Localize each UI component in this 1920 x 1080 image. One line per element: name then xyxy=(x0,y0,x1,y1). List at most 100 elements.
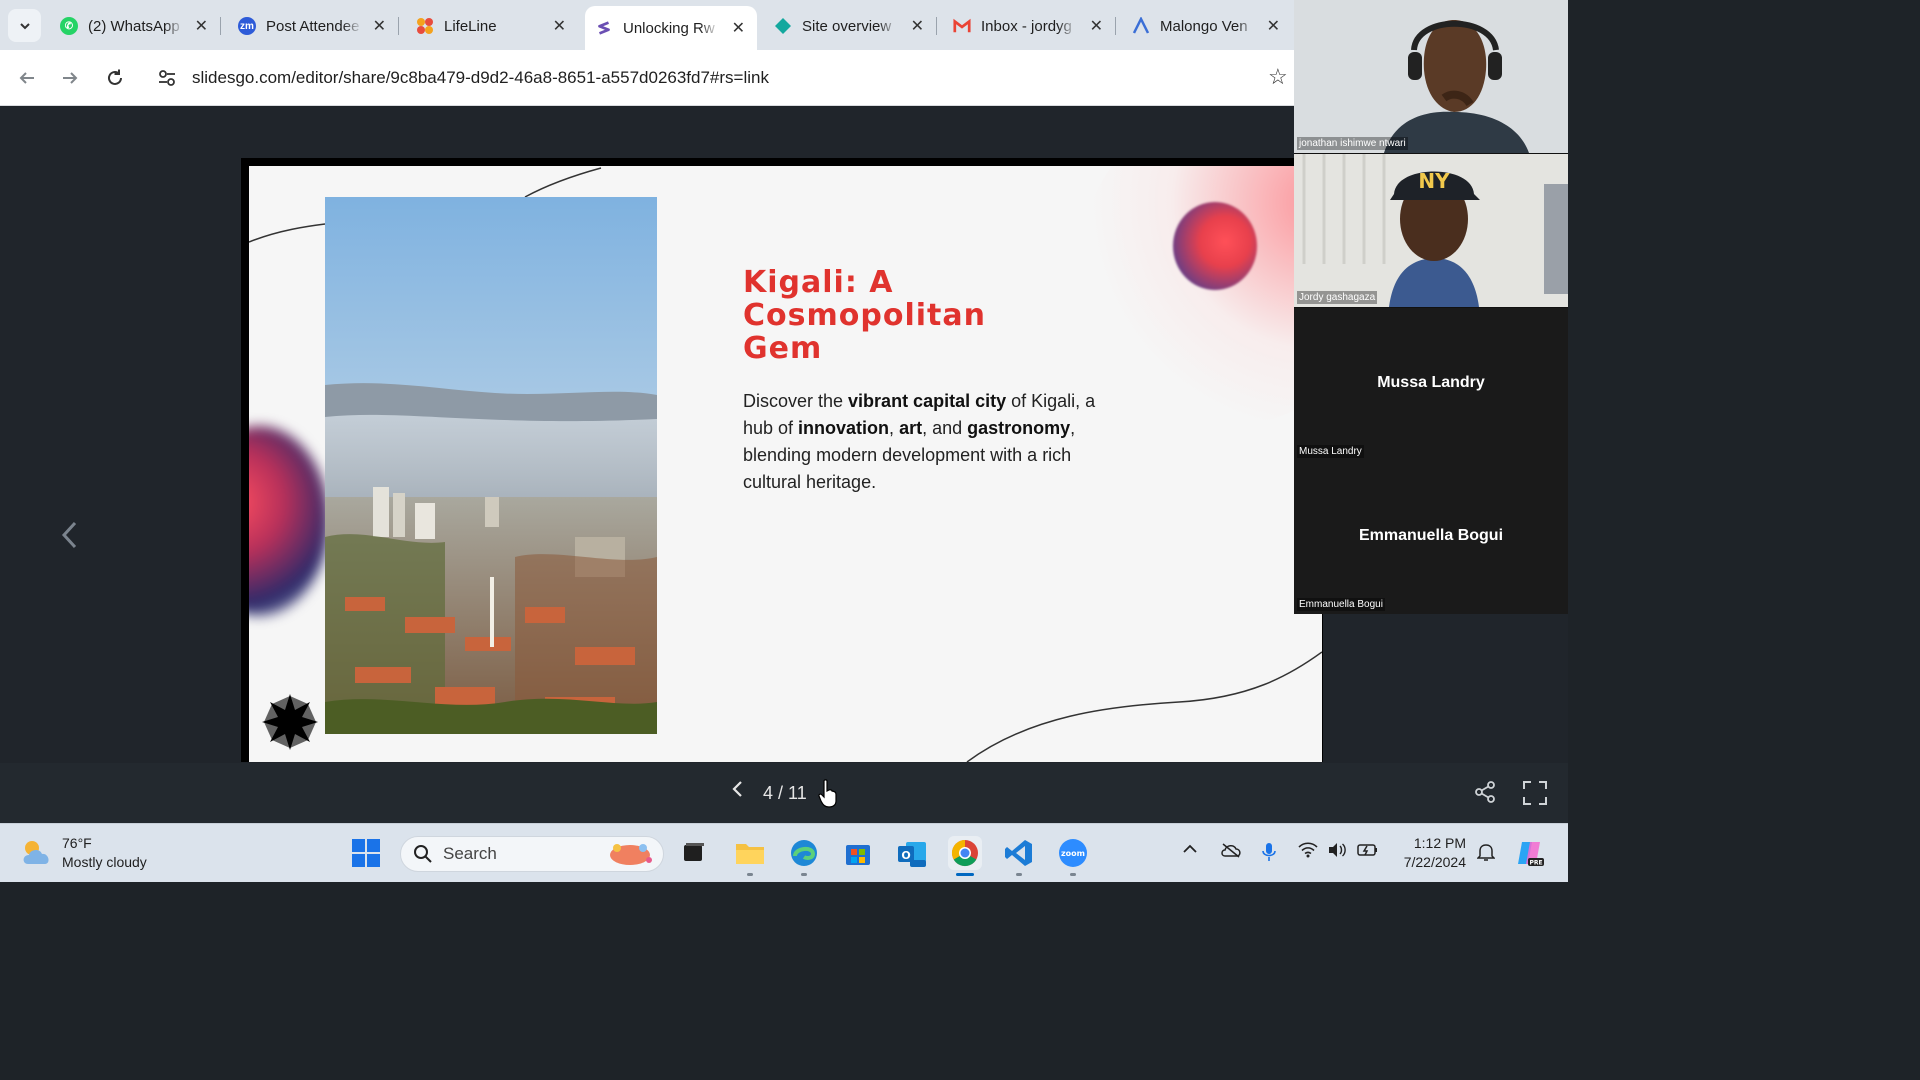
slide-title: Kigali: A Cosmopolitan Gem xyxy=(743,266,1083,365)
vscode-icon xyxy=(1005,840,1032,866)
presentation-controls: 4 / 11 xyxy=(0,763,1568,823)
tab-label: Unlocking Rw xyxy=(623,19,715,37)
wifi-icon[interactable] xyxy=(1298,842,1318,863)
whatsapp-icon: ✆ xyxy=(60,17,78,35)
edge-icon xyxy=(791,840,817,866)
arrow-right-icon xyxy=(63,72,78,84)
tab-separator xyxy=(936,17,937,35)
running-indicator xyxy=(1016,873,1022,876)
chevron-left-icon xyxy=(732,781,742,797)
participant-tile[interactable]: Mussa Landry Mussa Landry xyxy=(1294,308,1568,461)
slide-body-text: Discover the vibrant capital city of Kig… xyxy=(743,388,1123,496)
previous-slide-arrow[interactable] xyxy=(54,515,84,555)
close-icon[interactable]: ✕ xyxy=(373,16,386,36)
close-icon[interactable]: ✕ xyxy=(732,18,745,38)
body-bold-text: art xyxy=(899,418,923,438)
close-icon[interactable]: ✕ xyxy=(911,16,924,36)
close-icon[interactable]: ✕ xyxy=(553,16,566,36)
store-icon xyxy=(846,845,870,865)
share-button[interactable] xyxy=(1473,780,1497,809)
volume-icon[interactable] xyxy=(1327,842,1347,863)
start-button[interactable] xyxy=(349,836,383,870)
arrow-left-icon xyxy=(19,72,34,84)
fullscreen-button[interactable] xyxy=(1522,780,1548,811)
search-label: Search xyxy=(443,844,497,863)
zoom-button[interactable]: zoom xyxy=(1056,836,1090,876)
microphone-icon[interactable] xyxy=(1261,842,1277,867)
address-toolbar: slidesgo.com/editor/share/9c8ba479-d9d2-… xyxy=(0,50,1294,106)
tab-search-button[interactable] xyxy=(8,9,41,42)
previous-page-button[interactable] xyxy=(730,779,744,805)
participant-name: Jordy gashagaza xyxy=(1297,291,1378,304)
participant-tile[interactable]: Emmanuella Bogui Emmanuella Bogui xyxy=(1294,461,1568,614)
ms-store-button[interactable] xyxy=(841,836,875,870)
participant-name: jonathan ishimwe ntwari xyxy=(1297,137,1408,150)
tab-unlocking-rwanda[interactable]: Unlocking Rw ✕ xyxy=(585,6,757,50)
participant-tile[interactable]: jonathan ishimwe ntwari xyxy=(1294,0,1568,153)
tab-whatsapp[interactable]: ✆ (2) WhatsApp ✕ xyxy=(50,8,221,44)
battery-charging-icon[interactable] xyxy=(1357,842,1379,863)
body-bold-text: innovation xyxy=(798,418,890,438)
show-hidden-icons[interactable] xyxy=(1182,842,1198,860)
running-indicator xyxy=(801,873,807,876)
edge-button[interactable] xyxy=(787,836,821,876)
site-info-button[interactable] xyxy=(147,58,187,98)
notifications-bell-icon[interactable] xyxy=(1476,842,1496,867)
folder-icon xyxy=(736,844,764,864)
zoom-icon: zm xyxy=(238,17,256,35)
tab-lifeline[interactable]: LifeLine ✕ xyxy=(406,8,578,44)
zoom-app-icon: zoom xyxy=(1059,839,1087,867)
body-text: , and xyxy=(922,418,968,438)
taskbar-search[interactable]: Search xyxy=(400,836,664,872)
tab-separator xyxy=(220,17,221,35)
file-explorer-button[interactable] xyxy=(733,836,767,876)
running-indicator xyxy=(1070,873,1076,876)
chevron-left-icon xyxy=(61,521,77,549)
copilot-button[interactable]: PRE xyxy=(1512,836,1546,870)
url-text[interactable]: slidesgo.com/editor/share/9c8ba479-d9d2-… xyxy=(192,68,769,88)
bookmark-star-icon[interactable]: ☆ xyxy=(1268,64,1288,90)
share-icon xyxy=(1475,781,1495,803)
chevron-up-icon xyxy=(1183,844,1197,853)
back-button[interactable] xyxy=(13,64,41,92)
windows-logo-icon xyxy=(352,839,380,867)
reload-icon xyxy=(108,69,122,85)
participant-video xyxy=(1294,0,1568,153)
svg-text:zoom: zoom xyxy=(1061,849,1085,858)
fullscreen-icon xyxy=(1523,781,1547,805)
chevron-down-icon xyxy=(19,22,30,29)
starburst-icon xyxy=(262,694,318,750)
next-page-button[interactable] xyxy=(818,779,838,815)
browser-tab-strip: ✆ (2) WhatsApp ✕ zm Post Attendee ✕ Life… xyxy=(0,0,1294,50)
svg-text:O: O xyxy=(901,849,910,862)
reload-button[interactable] xyxy=(101,64,129,92)
participant-tile[interactable]: NY Jordy gashagaza xyxy=(1294,154,1568,307)
close-icon[interactable]: ✕ xyxy=(1267,16,1280,36)
search-icon xyxy=(414,845,432,863)
close-icon[interactable]: ✕ xyxy=(195,16,208,36)
weather-description: Mostly cloudy xyxy=(62,854,147,870)
tab-gmail-inbox[interactable]: Inbox - jordyg ✕ xyxy=(943,8,1116,44)
clock[interactable]: 1:12 PM 7/22/2024 xyxy=(1398,834,1466,872)
close-icon[interactable]: ✕ xyxy=(1090,16,1103,36)
forward-button[interactable] xyxy=(56,64,84,92)
outlook-new-icon: O xyxy=(898,842,926,867)
tab-separator xyxy=(398,17,399,35)
lifeline-icon xyxy=(416,17,434,35)
cloud-sun-icon xyxy=(23,841,49,864)
tab-site-overview[interactable]: Site overview ✕ xyxy=(764,8,937,44)
url-bar[interactable]: slidesgo.com/editor/share/9c8ba479-d9d2-… xyxy=(147,58,1267,98)
slide-title-line: Kigali: A xyxy=(743,265,894,300)
chrome-button[interactable] xyxy=(948,836,982,876)
weather-widget[interactable]: 76°F Mostly cloudy xyxy=(20,834,147,872)
search-highlight-icon xyxy=(610,844,652,865)
onedrive-icon[interactable] xyxy=(1220,842,1242,863)
weather-temperature: 76°F xyxy=(62,835,92,851)
body-bold-text: gastronomy xyxy=(967,418,1071,438)
tab-post-attendee[interactable]: zm Post Attendee ✕ xyxy=(228,8,399,44)
task-view-button[interactable] xyxy=(676,836,710,870)
vscode-button[interactable] xyxy=(1002,836,1036,876)
participant-display-name: Mussa Landry xyxy=(1377,374,1485,391)
tab-malongo[interactable]: Malongo Ven ✕ xyxy=(1122,8,1292,44)
outlook-button[interactable]: O xyxy=(895,836,929,870)
